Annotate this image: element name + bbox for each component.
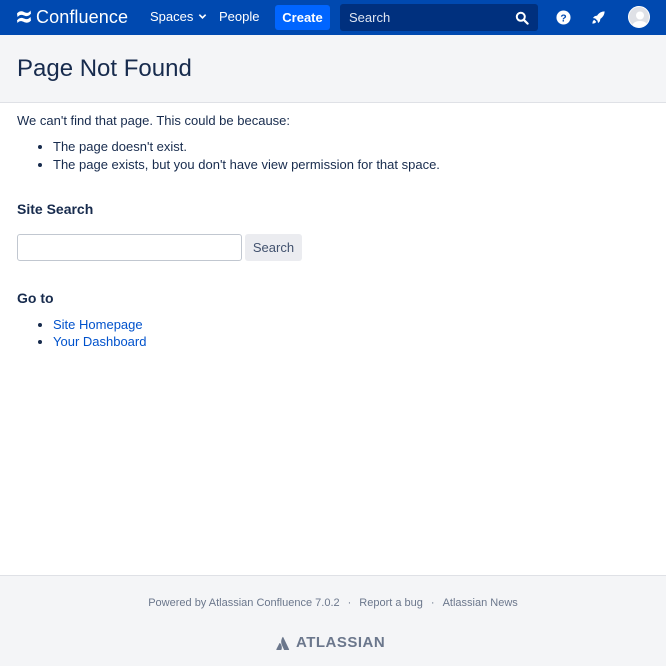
atlassian-brand-text: ATLASSIAN (296, 634, 386, 651)
nav-people-label: People (219, 9, 260, 24)
help-icon[interactable]: ? (556, 10, 571, 25)
main-content: We can't find that page. This could be b… (17, 113, 647, 349)
footer-links: Powered by Atlassian Confluence 7.0.2 · Re… (0, 597, 666, 609)
powered-by-link[interactable]: Powered by Atlassian Confluence 7.0.2 (148, 597, 339, 609)
footer-separator: · (347, 597, 352, 609)
svg-text:?: ? (560, 13, 566, 24)
nav-spaces-label: Spaces (150, 9, 194, 24)
reasons-list: The page doesn't exist. The page exists,… (53, 138, 647, 174)
confluence-logo[interactable]: Confluence (16, 6, 128, 28)
header-search-input[interactable] (349, 10, 509, 25)
site-search-form: Search (17, 234, 302, 261)
site-search-input[interactable] (17, 234, 242, 261)
reason-item: The page doesn't exist. (53, 138, 647, 156)
nav-people[interactable]: People (219, 9, 259, 24)
site-search-button[interactable]: Search (245, 234, 302, 261)
footer-separator: · (430, 597, 435, 609)
site-search-heading: Site Search (17, 201, 94, 217)
search-icon[interactable] (515, 11, 529, 25)
user-avatar[interactable] (628, 6, 650, 28)
atlassian-logo-icon (276, 636, 290, 650)
create-button[interactable]: Create (275, 5, 330, 30)
site-homepage-link[interactable]: Site Homepage (53, 317, 143, 332)
top-navigation-bar: Confluence Spaces People Create ? (0, 0, 666, 35)
goto-heading: Go to (17, 290, 54, 306)
header-search (340, 4, 538, 31)
dashboard-link[interactable]: Your Dashboard (53, 334, 146, 349)
page-title: Page Not Found (17, 55, 192, 82)
intro-text: We can't find that page. This could be b… (17, 113, 291, 128)
notifications-icon[interactable] (591, 10, 606, 25)
page-header: Page Not Found (0, 35, 666, 103)
reason-item: The page exists, but you don't have view… (53, 156, 647, 174)
logo-text: Confluence (36, 6, 129, 27)
chevron-down-icon (199, 14, 207, 19)
confluence-logo-icon (17, 10, 31, 23)
user-avatar-icon (632, 11, 648, 27)
list-item: Your Dashboard (53, 333, 146, 350)
nav-spaces[interactable]: Spaces (150, 9, 207, 24)
atlassian-logo[interactable]: ATLASSIAN (276, 634, 385, 651)
footer: Powered by Atlassian Confluence 7.0.2 · Re… (0, 575, 666, 666)
report-bug-link[interactable]: Report a bug (359, 597, 423, 609)
atlassian-news-link[interactable]: Atlassian News (443, 597, 518, 609)
goto-list: Site Homepage Your Dashboard (53, 316, 146, 350)
list-item: Site Homepage (53, 316, 146, 333)
